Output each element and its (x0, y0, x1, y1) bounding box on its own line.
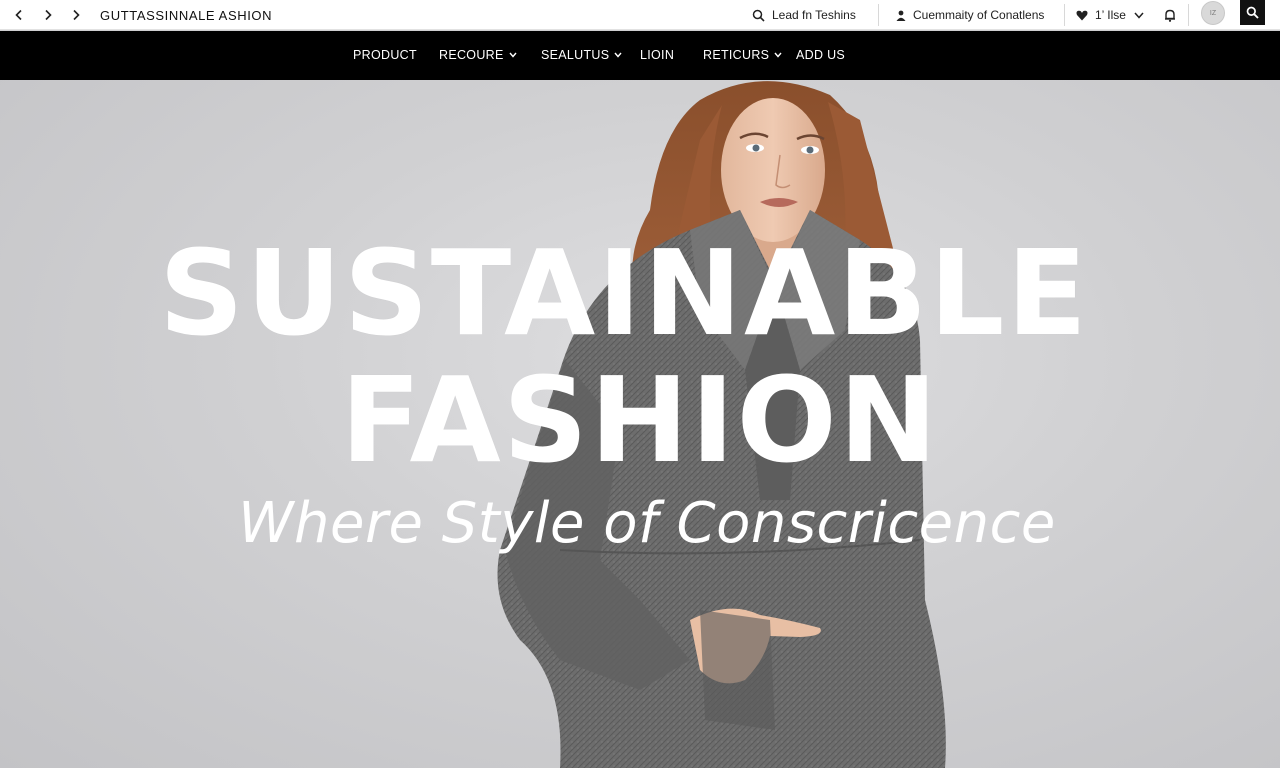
chevron-down-icon (1134, 12, 1144, 19)
main-navigation: PRODUCT RECOURE SEALUTUS LIOIN RETICURS … (0, 31, 1280, 80)
search-link[interactable]: Lead fn Teshins (752, 6, 856, 24)
nav-item-lioin[interactable]: LIOIN (640, 48, 674, 62)
forward-arrow-icon[interactable] (37, 4, 59, 26)
site-title[interactable]: GUTTASSINNALE ASHION (100, 8, 272, 23)
user-icon (896, 10, 906, 21)
browser-top-bar: GUTTASSINNALE ASHION Lead fn Teshins Cue… (0, 0, 1280, 30)
like-dropdown[interactable]: 1’ Ilse (1076, 6, 1151, 24)
divider (1188, 4, 1189, 26)
nav-item-label: RETICURS (703, 48, 770, 62)
nav-item-add-us[interactable]: ADD US (796, 48, 845, 62)
nav-item-label: ADD US (796, 48, 846, 62)
nav-item-label: PRODUCT (353, 48, 417, 62)
bell-icon (1165, 9, 1175, 22)
back-arrow-icon[interactable] (8, 4, 30, 26)
nav-item-label: RECOURE (439, 48, 504, 62)
chevron-down-icon (509, 52, 517, 58)
nav-item-product[interactable]: PRODUCT (353, 48, 417, 62)
hero-banner: SUSTAINABLE FASHION Where Style of Consc… (0, 80, 1280, 768)
chevron-down-icon (774, 52, 782, 58)
like-dropdown-label: 1’ Ilse (1095, 8, 1126, 22)
hero-headline-line1: SUSTAINABLE (158, 224, 1090, 362)
search-link-label: Lead fn Teshins (772, 8, 856, 22)
avatar[interactable]: IZ (1201, 1, 1225, 25)
heart-icon (1076, 10, 1088, 20)
community-link[interactable]: Cuemmaity of Conatlens (896, 6, 1044, 24)
nav-item-recoure[interactable]: RECOURE (439, 48, 517, 62)
search-icon (1246, 6, 1259, 19)
chevron-down-icon (614, 52, 622, 58)
nav-item-sealutus[interactable]: SEALUTUS (541, 48, 622, 62)
community-link-label: Cuemmaity of Conatlens (913, 8, 1045, 22)
notifications-button[interactable] (1164, 6, 1183, 24)
nav-item-reticurs[interactable]: RETICURS (703, 48, 782, 62)
divider (1064, 4, 1065, 26)
hero-tagline: Where Style of Conscricence (238, 491, 1056, 556)
search-button[interactable] (1240, 0, 1265, 25)
divider (878, 4, 879, 26)
nav-item-label: LIOIN (640, 48, 675, 62)
hero-headline-line2: FASHION (340, 351, 940, 489)
forward-arrow-icon[interactable] (65, 4, 87, 26)
nav-item-label: SEALUTUS (541, 48, 610, 62)
search-icon (752, 9, 765, 22)
